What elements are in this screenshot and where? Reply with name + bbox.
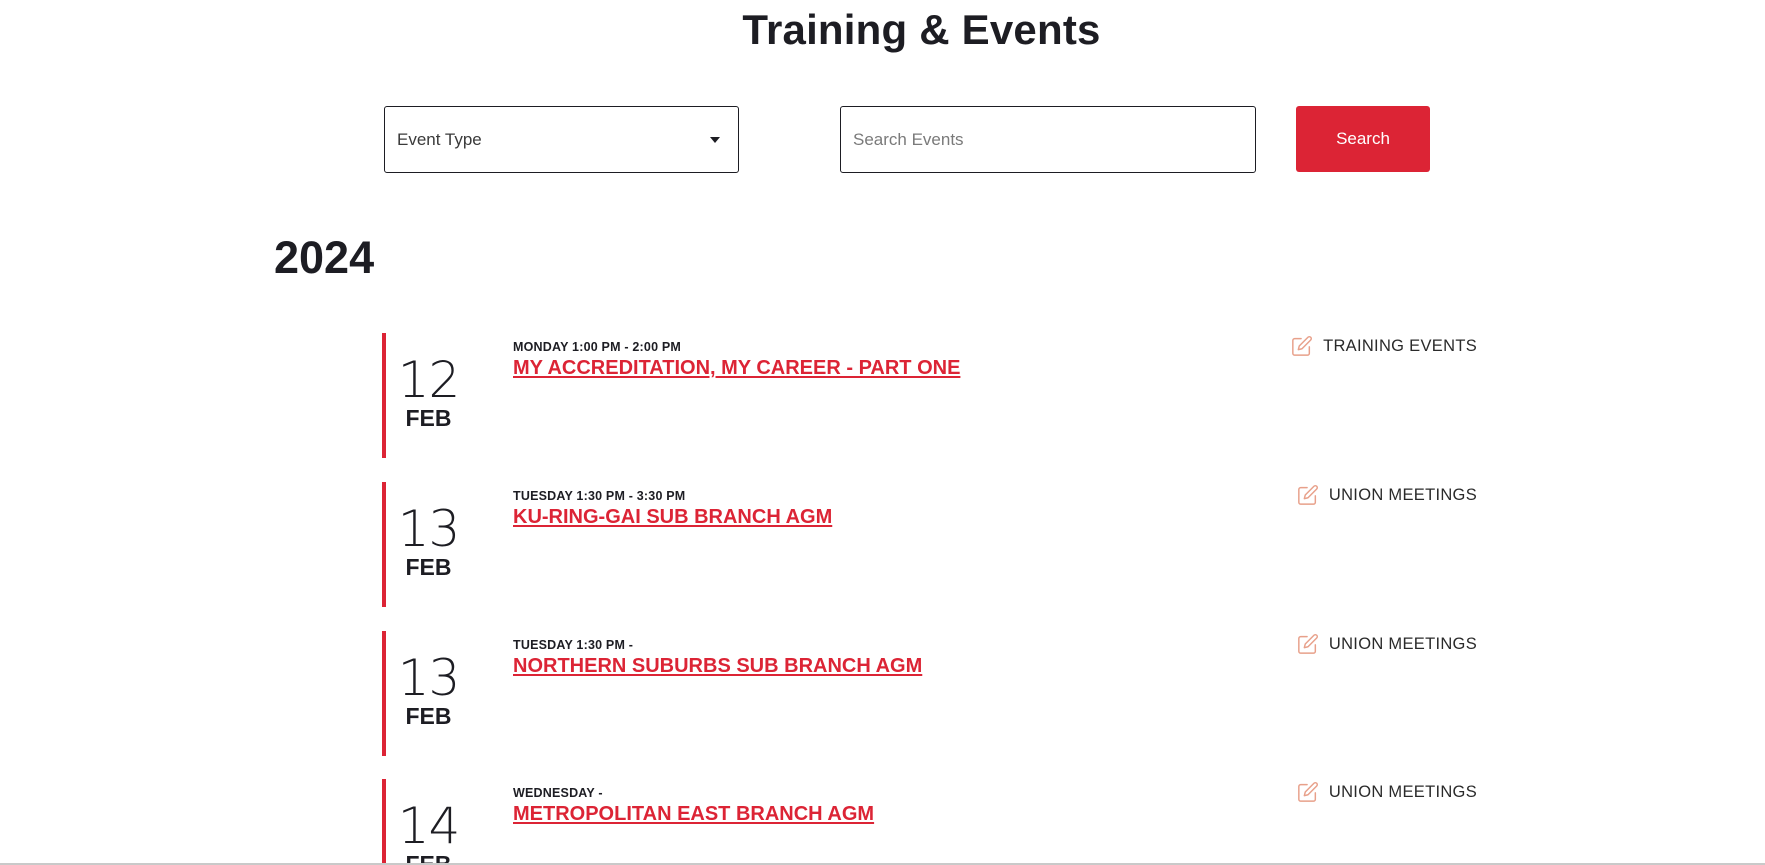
- event-time: TUESDAY 1:30 PM - 3:30 PM: [513, 489, 686, 503]
- edit-icon: [1297, 782, 1318, 802]
- event-category-label: UNION MEETINGS: [1328, 485, 1477, 504]
- event-category-label: TRAINING EVENTS: [1323, 336, 1477, 355]
- event-month: FEB: [405, 554, 452, 580]
- event-time: TUESDAY 1:30 PM -: [513, 638, 634, 652]
- event-day: 13: [397, 649, 461, 707]
- event-month: FEB: [405, 703, 452, 729]
- event-category[interactable]: UNION MEETINGS: [1297, 633, 1477, 655]
- event-day: 14: [397, 797, 461, 855]
- caret-down-icon: [710, 136, 720, 143]
- event-category-label: UNION MEETINGS: [1328, 782, 1477, 801]
- event-type-label: Event Type: [397, 129, 482, 149]
- edit-icon: [1297, 634, 1318, 654]
- event-category[interactable]: UNION MEETINGS: [1297, 781, 1477, 803]
- event-title-link[interactable]: MY ACCREDITATION, MY CAREER - PART ONE: [513, 357, 960, 380]
- edit-icon: [1292, 336, 1313, 356]
- page-title: Training & Events: [742, 6, 1101, 53]
- event-month: FEB: [405, 405, 452, 431]
- search-button[interactable]: Search: [1296, 106, 1430, 172]
- edit-icon: [1297, 485, 1318, 505]
- event-title-link[interactable]: NORTHERN SUBURBS SUB BRANCH AGM: [513, 655, 922, 678]
- event-category-label: UNION MEETINGS: [1328, 634, 1477, 653]
- event-time: MONDAY 1:00 PM - 2:00 PM: [513, 340, 682, 354]
- page: Training & Events Event Type Search 2024…: [0, 0, 1765, 865]
- year-heading: 2024: [274, 232, 375, 283]
- event-category[interactable]: TRAINING EVENTS: [1291, 335, 1477, 357]
- event-time: WEDNESDAY -: [513, 786, 603, 800]
- event-day: 13: [397, 500, 461, 558]
- event-type-select[interactable]: Event Type: [384, 106, 739, 173]
- event-row: 14 FEB WEDNESDAY - METROPOLITAN EAST BRA…: [382, 779, 1482, 865]
- event-day: 12: [397, 351, 461, 409]
- event-row: 13 FEB TUESDAY 1:30 PM - NORTHERN SUBURB…: [382, 631, 1482, 756]
- event-category[interactable]: UNION MEETINGS: [1297, 484, 1477, 506]
- event-row: 13 FEB TUESDAY 1:30 PM - 3:30 PM KU-RING…: [382, 482, 1482, 607]
- event-row: 12 FEB MONDAY 1:00 PM - 2:00 PM MY ACCRE…: [382, 333, 1482, 458]
- event-title-link[interactable]: METROPOLITAN EAST BRANCH AGM: [513, 803, 874, 826]
- event-title-link[interactable]: KU-RING-GAI SUB BRANCH AGM: [513, 506, 832, 529]
- search-events-input[interactable]: [840, 106, 1256, 173]
